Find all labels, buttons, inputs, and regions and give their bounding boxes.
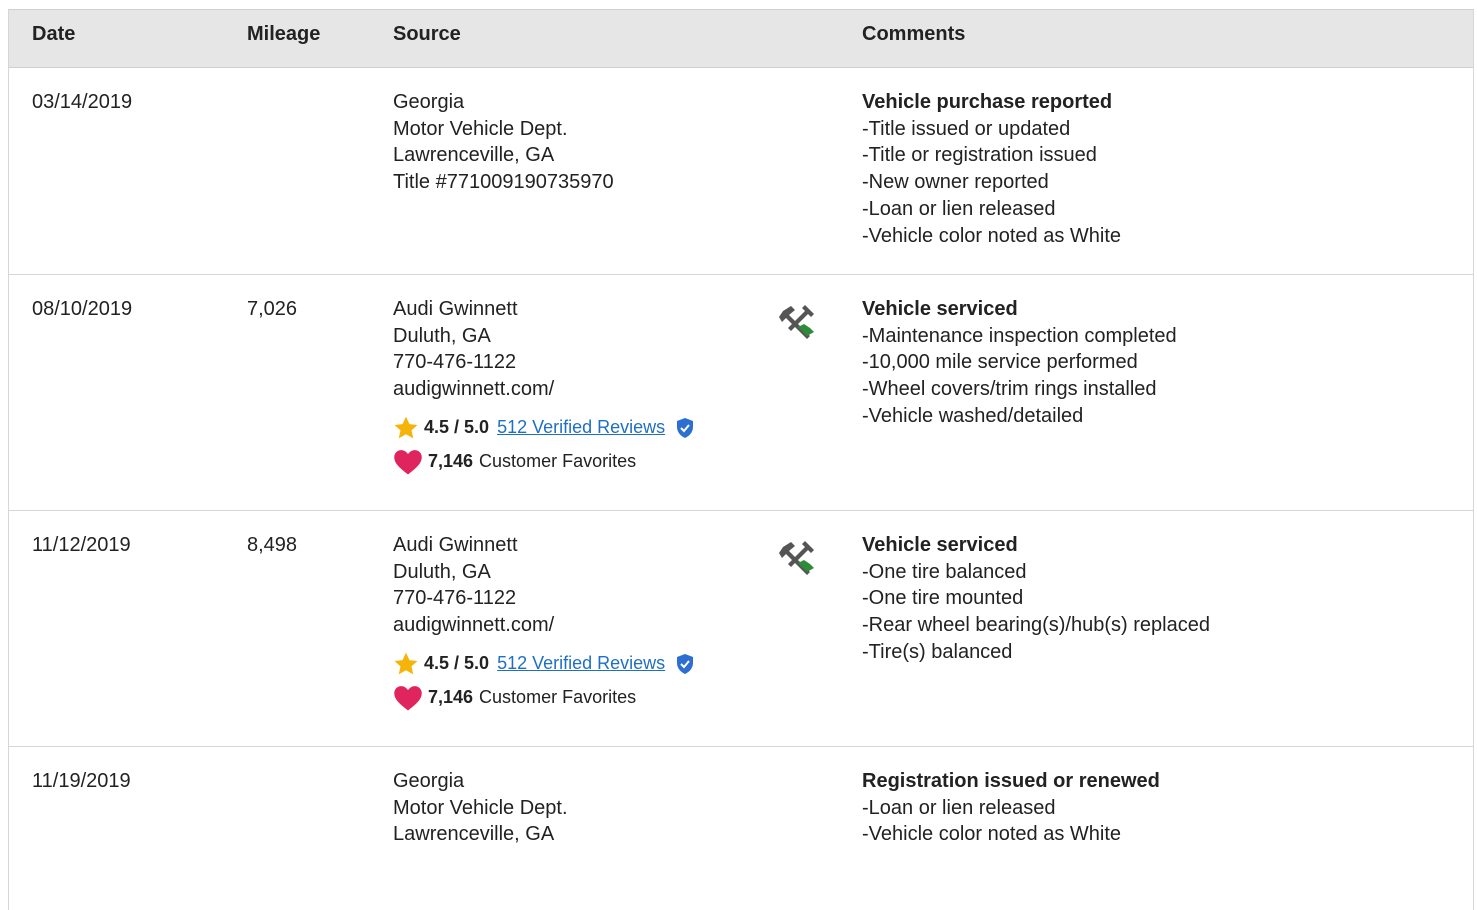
row-mileage: 7,026 <box>247 298 298 320</box>
dealer-location: Duluth, GA <box>393 324 491 347</box>
dealer-website: audigwinnett.com/ <box>393 614 555 637</box>
comment-item: Loan or lien released <box>862 196 1121 223</box>
dealer-location: Duluth, GA <box>393 560 491 583</box>
verified-reviews-link[interactable]: 512 Verified Reviews <box>497 414 665 441</box>
dealer-name: Audi Gwinnett <box>393 298 518 320</box>
dealer-name: Audi Gwinnett <box>393 534 518 556</box>
row-comments: Vehicle serviced Maintenance inspection … <box>862 296 1177 430</box>
row-source: Audi Gwinnett Duluth, GA 770-476-1122 au… <box>393 296 695 475</box>
table-row: 08/10/2019 7,026 Audi Gwinnett Duluth, G… <box>9 275 1473 511</box>
header-date: Date <box>32 23 76 45</box>
favorites-count: 7,146 <box>428 687 474 708</box>
dealer-rating: 4.5 / 5.0 512 Verified Reviews <box>393 651 695 677</box>
row-date: 11/12/2019 <box>32 534 131 556</box>
comment-item: One tire mounted <box>862 585 1210 612</box>
comment-item: Title or registration issued <box>862 142 1121 169</box>
comment-item: Wheel covers/trim rings installed <box>862 376 1177 403</box>
heart-icon <box>394 449 422 475</box>
source-line: Lawrenceville, GA <box>393 144 555 167</box>
comment-item: Maintenance inspection completed <box>862 323 1177 350</box>
comments-title: Registration issued or renewed <box>862 770 1160 792</box>
comments-title: Vehicle serviced <box>862 298 1018 320</box>
customer-favorites: 7,146 Customer Favorites <box>393 449 695 475</box>
comment-item: Vehicle color noted as White <box>862 223 1121 250</box>
comment-item: Rear wheel bearing(s)/hub(s) replaced <box>862 612 1210 639</box>
star-icon <box>394 416 418 439</box>
row-comments: Vehicle serviced One tire balanced One t… <box>862 532 1210 666</box>
header-source: Source <box>393 23 461 45</box>
favorites-count: 7,146 <box>428 451 474 472</box>
table-row: 11/12/2019 8,498 Audi Gwinnett Duluth, G… <box>9 511 1473 747</box>
vehicle-history-table: Date Mileage Source Comments 03/14/2019 … <box>8 9 1474 910</box>
source-line: Title #771009190735970 <box>393 171 614 194</box>
comments-title: Vehicle serviced <box>862 534 1018 556</box>
table-row: 11/19/2019 Georgia Motor Vehicle Dept. L… <box>9 747 1473 907</box>
row-date: 11/19/2019 <box>32 770 131 792</box>
comment-item: Tire(s) balanced <box>862 639 1210 666</box>
row-mileage: 8,498 <box>247 534 298 556</box>
row-source: Georgia Motor Vehicle Dept. Lawrencevill… <box>393 89 614 196</box>
service-tools-icon <box>779 305 814 339</box>
row-date: 03/14/2019 <box>32 91 133 113</box>
rating-value: 4.5 / 5.0 <box>424 653 490 674</box>
comment-item: 10,000 mile service performed <box>862 349 1177 376</box>
dealer-phone: 770-476-1122 <box>393 587 517 610</box>
header-mileage: Mileage <box>247 23 321 45</box>
star-icon <box>394 652 418 675</box>
dealer-rating: 4.5 / 5.0 512 Verified Reviews <box>393 415 695 441</box>
source-line: Georgia <box>393 770 465 792</box>
row-source: Audi Gwinnett Duluth, GA 770-476-1122 au… <box>393 532 695 711</box>
service-tools-icon <box>779 541 814 575</box>
source-line: Motor Vehicle Dept. <box>393 117 568 140</box>
row-date: 08/10/2019 <box>32 298 133 320</box>
row-source: Georgia Motor Vehicle Dept. Lawrencevill… <box>393 768 568 848</box>
source-line: Motor Vehicle Dept. <box>393 796 568 819</box>
favorites-label: Customer Favorites <box>479 687 637 708</box>
row-comments: Vehicle purchase reported Title issued o… <box>862 89 1121 249</box>
verified-shield-icon <box>677 653 694 674</box>
source-line: Lawrenceville, GA <box>393 823 555 846</box>
verified-shield-icon <box>677 417 694 438</box>
comments-title: Vehicle purchase reported <box>862 91 1113 113</box>
favorites-label: Customer Favorites <box>479 451 637 472</box>
comment-item: Vehicle color noted as White <box>862 821 1160 848</box>
dealer-phone: 770-476-1122 <box>393 351 517 374</box>
table-row: 03/14/2019 Georgia Motor Vehicle Dept. L… <box>9 68 1473 275</box>
comment-item: New owner reported <box>862 169 1121 196</box>
header-comments: Comments <box>862 23 966 45</box>
source-line: Georgia <box>393 91 465 113</box>
comment-item: Title issued or updated <box>862 116 1121 143</box>
comment-item: Loan or lien released <box>862 795 1160 822</box>
row-comments: Registration issued or renewed Loan or l… <box>862 768 1160 848</box>
heart-icon <box>394 685 422 711</box>
comment-item: One tire balanced <box>862 559 1210 586</box>
customer-favorites: 7,146 Customer Favorites <box>393 685 695 711</box>
rating-value: 4.5 / 5.0 <box>424 417 490 438</box>
table-header: Date Mileage Source Comments <box>9 10 1473 68</box>
verified-reviews-link[interactable]: 512 Verified Reviews <box>497 650 665 677</box>
dealer-website: audigwinnett.com/ <box>393 378 555 401</box>
comment-item: Vehicle washed/detailed <box>862 403 1177 430</box>
